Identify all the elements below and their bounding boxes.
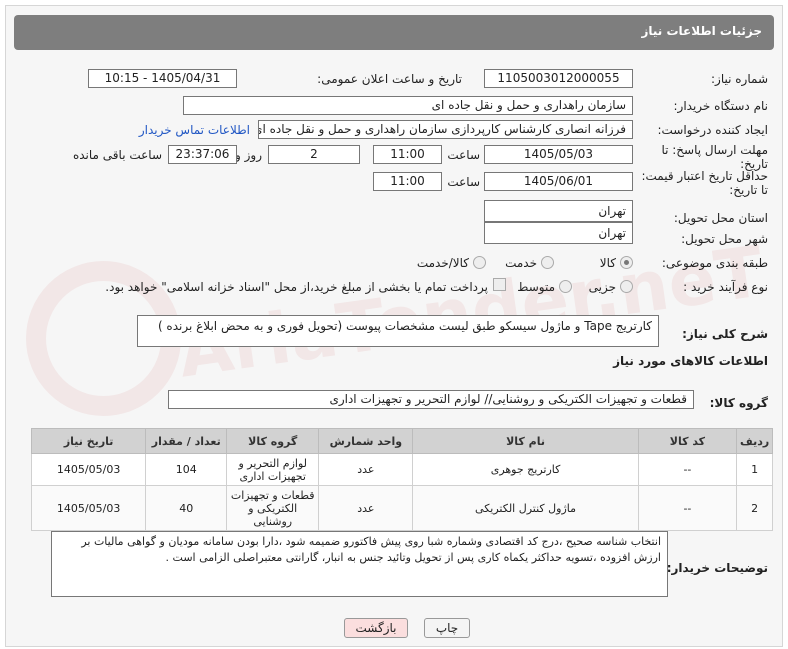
reply-date-field: 1405/05/03 bbox=[484, 145, 633, 164]
reply-time-label: ساعت bbox=[447, 148, 480, 162]
process-medium-radio[interactable] bbox=[559, 280, 572, 293]
back-button[interactable]: بازگشت bbox=[344, 618, 408, 638]
col-unit-header: واحد شمارش bbox=[318, 428, 414, 454]
category-goods-service-label: کالا/خدمت bbox=[416, 256, 469, 270]
table-header-row: ردیف کد کالا نام کالا واحد شمارش گروه کا… bbox=[30, 428, 773, 454]
payment-checkbox[interactable] bbox=[493, 278, 506, 291]
col-code-header: کد کالا bbox=[637, 428, 738, 454]
category-goods-label: کالا bbox=[599, 256, 616, 270]
col-qty-header: تعداد / مقدار bbox=[145, 428, 228, 454]
cell-row: 2 bbox=[736, 485, 773, 531]
cell-group: قطعات و تجهیزات الکتریکی و روشنایی bbox=[226, 485, 320, 531]
category-service-radio[interactable] bbox=[541, 256, 554, 269]
reply-deadline-label: مهلت ارسال پاسخ: تا تاریخ: bbox=[661, 143, 768, 171]
buyer-org-label: نام دستگاه خریدار: bbox=[673, 99, 769, 113]
announce-date-label: تاریخ و ساعت اعلان عمومی: bbox=[317, 72, 462, 86]
general-desc-field[interactable]: کارتریج Tape و ماژول سیسکو طبق لیست مشخص… bbox=[137, 315, 659, 347]
process-partial-radio[interactable] bbox=[620, 280, 633, 293]
creator-label: ایجاد کننده درخواست: bbox=[657, 123, 768, 137]
cell-name: ماژول کنترل الکتریکی bbox=[412, 485, 639, 531]
buyer-contact-link[interactable]: اطلاعات تماس خریدار bbox=[139, 123, 250, 137]
remaining-label: ساعت باقی مانده bbox=[72, 148, 162, 162]
price-validity-date-field: 1405/06/01 bbox=[484, 172, 633, 191]
general-desc-label: شرح کلی نیاز: bbox=[682, 327, 768, 341]
items-table: ردیف کد کالا نام کالا واحد شمارش گروه کا… bbox=[30, 428, 773, 531]
print-button[interactable]: چاپ bbox=[424, 618, 470, 638]
watermark: AriaTender.neT bbox=[173, 230, 769, 394]
cell-name: کارتریج جوهری bbox=[412, 453, 639, 486]
days-label: روز و bbox=[235, 148, 262, 162]
remaining-time-field: 23:37:06 bbox=[168, 145, 237, 164]
delivery-city-field: تهران bbox=[484, 222, 633, 244]
cell-qty: 40 bbox=[145, 485, 228, 531]
cell-code: -- bbox=[637, 453, 738, 486]
cell-qty: 104 bbox=[145, 453, 228, 486]
cell-date: 1405/05/03 bbox=[30, 485, 147, 531]
buyer-notes-label: توضیحات خریدار: bbox=[666, 561, 768, 575]
reply-time-field: 11:00 bbox=[373, 145, 442, 164]
cell-date: 1405/05/03 bbox=[30, 453, 147, 486]
delivery-city-label: شهر محل تحویل: bbox=[681, 232, 768, 246]
table-row: 1 -- کارتریج جوهری عدد لوازم التحریر و ت… bbox=[30, 453, 773, 486]
header-title: جزئیات اطلاعات نیاز bbox=[641, 24, 762, 38]
creator-field: فرزانه انصاری کارشناس کارپردازی سازمان ر… bbox=[258, 120, 633, 139]
price-validity-time-label: ساعت bbox=[447, 175, 480, 189]
need-number-field: 1105003012000055 bbox=[484, 69, 633, 88]
form-frame: جزئیات اطلاعات نیاز AriaTender.neT شماره… bbox=[5, 5, 783, 647]
need-number-label: شماره نیاز: bbox=[711, 72, 768, 86]
col-date-header: تاریخ نیاز bbox=[30, 428, 147, 454]
process-label: نوع فرآیند خرید : bbox=[683, 280, 768, 294]
cell-row: 1 bbox=[736, 453, 773, 486]
goods-group-field: قطعات و تجهیزات الکتریکی و روشنایی// لوا… bbox=[168, 390, 694, 409]
goods-info-title: اطلاعات کالاهای مورد نیاز bbox=[613, 354, 768, 368]
announce-date-field: 1405/04/31 - 10:15 bbox=[88, 69, 237, 88]
buyer-org-field: سازمان راهداری و حمل و نقل جاده ای bbox=[183, 96, 633, 115]
cell-group: لوازم التحریر و تجهیزات اداری bbox=[226, 453, 320, 486]
days-field: 2 bbox=[268, 145, 360, 164]
col-name-header: نام کالا bbox=[412, 428, 639, 454]
payment-note: پرداخت تمام یا بخشی از مبلغ خرید،از محل … bbox=[105, 280, 488, 294]
cell-unit: عدد bbox=[318, 485, 414, 531]
delivery-province-label: استان محل تحویل: bbox=[673, 211, 768, 225]
table-row: 2 -- ماژول کنترل الکتریکی عدد قطعات و تج… bbox=[30, 485, 773, 531]
process-medium-label: متوسط bbox=[517, 280, 555, 294]
category-service-label: خدمت bbox=[505, 256, 537, 270]
col-group-header: گروه کالا bbox=[226, 428, 320, 454]
col-row-header: ردیف bbox=[736, 428, 773, 454]
category-goods-radio[interactable] bbox=[620, 256, 633, 269]
category-goods-service-radio[interactable] bbox=[473, 256, 486, 269]
cell-unit: عدد bbox=[318, 453, 414, 486]
process-partial-label: جزیی bbox=[588, 280, 616, 294]
section-header: جزئیات اطلاعات نیاز bbox=[14, 15, 774, 50]
goods-group-label: گروه کالا: bbox=[709, 396, 768, 410]
price-validity-label: حداقل تاریخ اعتبار قیمت: تا تاریخ: bbox=[641, 169, 768, 197]
category-label: طبقه بندی موضوعی: bbox=[661, 256, 768, 270]
cell-code: -- bbox=[637, 485, 738, 531]
delivery-province-field: تهران bbox=[484, 200, 633, 222]
buyer-notes-field[interactable]: انتخاب شناسه صحیح ،درج کد اقتصادی وشماره… bbox=[51, 531, 668, 597]
price-validity-time-field: 11:00 bbox=[373, 172, 442, 191]
